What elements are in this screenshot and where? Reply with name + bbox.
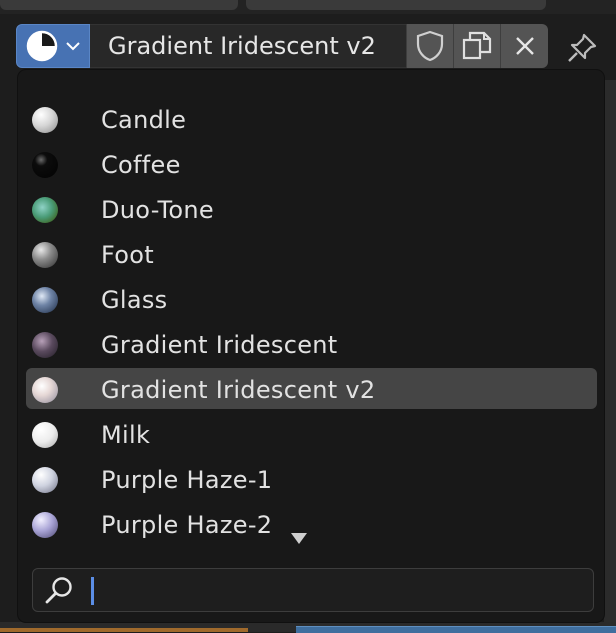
matcap-item-purple-haze-1[interactable]: Purple Haze-1 xyxy=(18,457,604,502)
matcap-item-label: Coffee xyxy=(101,150,181,179)
matcap-item-purple-haze-2[interactable]: Purple Haze-2 xyxy=(18,502,604,547)
matcap-item-label: Purple Haze-2 xyxy=(101,510,273,539)
pin-button[interactable] xyxy=(562,30,602,66)
browse-matcap-button[interactable] xyxy=(16,24,90,68)
search-input[interactable] xyxy=(32,568,594,612)
matcap-item-label: Milk xyxy=(101,420,151,449)
text-caret xyxy=(91,577,94,605)
matcap-list: Candle Coffee Duo-Tone Foot Glass Gradie… xyxy=(18,97,604,547)
matcap-preview-icon xyxy=(32,151,58,178)
background-panel-edge xyxy=(604,80,616,632)
background-tab xyxy=(0,0,238,10)
duplicate-button[interactable] xyxy=(453,24,500,68)
background-tab xyxy=(246,0,546,10)
matcap-item-candle[interactable]: Candle xyxy=(18,97,604,142)
matcap-preview-icon xyxy=(32,106,58,133)
matcap-item-duo-tone[interactable]: Duo-Tone xyxy=(18,187,604,232)
matcap-preview-icon xyxy=(32,376,58,403)
unlink-button[interactable] xyxy=(500,24,548,68)
matcap-item-label: Duo-Tone xyxy=(101,195,214,224)
matcap-item-glass[interactable]: Glass xyxy=(18,277,604,322)
name-field[interactable]: Gradient Iridescent v2 xyxy=(90,24,406,68)
matcap-preview-icon xyxy=(32,466,58,493)
matcap-item-label: Purple Haze-1 xyxy=(101,465,273,494)
matcap-preview-icon xyxy=(32,421,58,448)
matcap-item-label: Gradient Iridescent xyxy=(101,330,338,359)
matcap-preview-icon xyxy=(32,511,58,538)
matcap-item-coffee[interactable]: Coffee xyxy=(18,142,604,187)
matcap-item-label: Gradient Iridescent v2 xyxy=(101,375,376,404)
matcap-item-label: Foot xyxy=(101,240,154,269)
matcap-item-foot[interactable]: Foot xyxy=(18,232,604,277)
matcap-sphere-icon xyxy=(26,30,58,62)
matcap-item-label: Glass xyxy=(101,285,168,314)
matcap-preview-icon xyxy=(32,241,58,268)
matcap-preview-icon xyxy=(32,196,58,223)
matcap-preview-icon xyxy=(32,286,58,313)
matcap-item-milk[interactable]: Milk xyxy=(18,412,604,457)
data-block-selector: Gradient Iridescent v2 xyxy=(16,24,548,68)
shield-icon xyxy=(416,30,444,62)
matcap-preview-icon xyxy=(32,331,58,358)
background-accent-orange xyxy=(0,628,248,632)
close-icon xyxy=(515,37,534,55)
triangle-down-icon[interactable] xyxy=(290,531,308,545)
pin-icon xyxy=(568,33,597,62)
matcap-item-label: Candle xyxy=(101,105,187,134)
duplicate-icon xyxy=(462,31,492,60)
matcap-item-gradient-iridescent-v2[interactable]: Gradient Iridescent v2 xyxy=(18,367,604,412)
matcap-dropdown: Candle Coffee Duo-Tone Foot Glass Gradie… xyxy=(18,70,604,622)
chevron-down-icon xyxy=(66,42,80,51)
search-icon xyxy=(45,577,72,604)
fake-user-button[interactable] xyxy=(406,24,453,68)
matcap-item-gradient-iridescent[interactable]: Gradient Iridescent xyxy=(18,322,604,367)
